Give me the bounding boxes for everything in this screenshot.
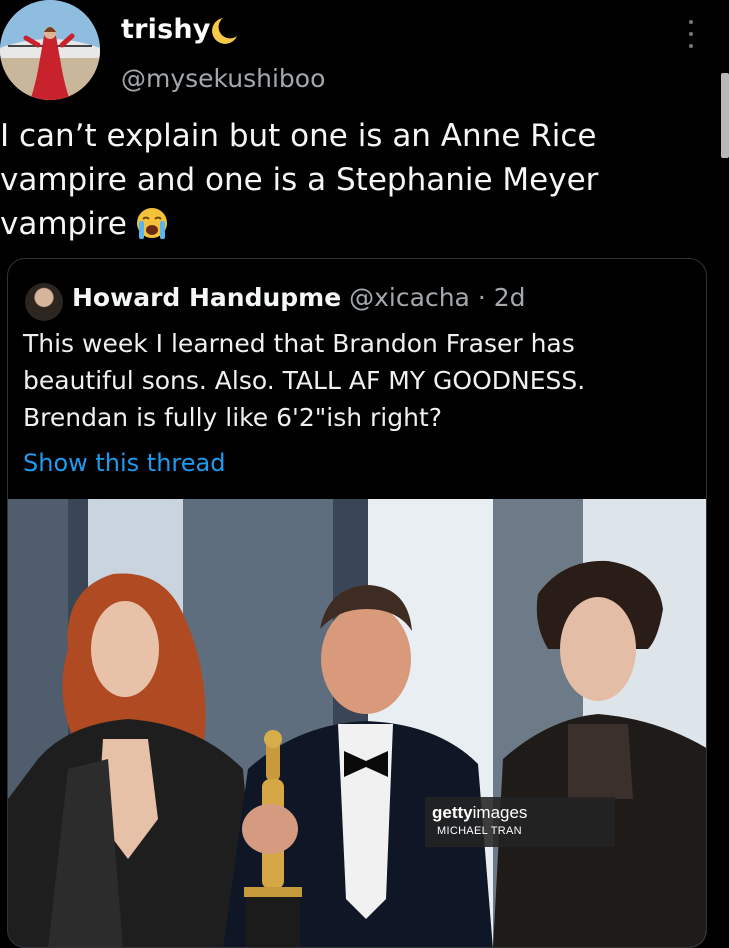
- tweet-text: I can’t explain but one is an Anne Rice …: [0, 114, 700, 246]
- quote-text-line: Brendan is fully like 6'2"ish right?: [23, 403, 443, 432]
- quote-timestamp[interactable]: 2d: [494, 283, 526, 312]
- dot-icon: [689, 20, 693, 24]
- quote-text-line: This week I learned that Brandon Fraser …: [23, 329, 575, 358]
- avatar[interactable]: [0, 0, 100, 100]
- quote-text-line: beautiful sons. Also. TALL AF MY GOODNES…: [23, 366, 586, 395]
- tweet-text-line: I can’t explain but one is an Anne Rice: [0, 118, 597, 154]
- quote-separator: ·: [477, 283, 486, 312]
- quote-text: This week I learned that Brandon Fraser …: [23, 325, 703, 436]
- quote-display-name[interactable]: Howard Handupme: [72, 283, 341, 312]
- getty-brand-bold: getty: [432, 803, 473, 822]
- loudly-crying-face-icon: [136, 208, 167, 239]
- quote-handle[interactable]: @xicacha: [349, 283, 470, 312]
- quote-avatar[interactable]: [25, 283, 63, 321]
- getty-brand-rest: images: [472, 803, 528, 822]
- show-thread-link[interactable]: Show this thread: [23, 449, 225, 477]
- attached-photo[interactable]: [8, 499, 707, 948]
- scrollbar[interactable]: [721, 73, 729, 158]
- tweet-text-line: vampire and one is a Stephanie Meyer: [0, 162, 599, 198]
- quote-header: Howard Handupme @xicacha · 2d: [72, 283, 526, 312]
- user-handle[interactable]: @mysekushiboo: [121, 64, 325, 93]
- quoted-tweet[interactable]: Howard Handupme @xicacha · 2d This week …: [7, 258, 707, 948]
- tweet-text-segment: vampire: [0, 206, 127, 242]
- getty-watermark: gettyimages MICHAEL TRAN: [425, 797, 615, 847]
- tweet-text-line: vampire: [0, 202, 700, 246]
- dot-icon: [689, 32, 693, 36]
- moon-icon: [212, 18, 237, 44]
- display-name[interactable]: trishy: [121, 14, 211, 45]
- more-options-button[interactable]: [676, 18, 706, 50]
- photo-credit: MICHAEL TRAN: [437, 825, 522, 837]
- avatar-photo: [0, 0, 100, 100]
- dot-icon: [689, 44, 693, 48]
- getty-brand: gettyimages: [432, 803, 527, 823]
- tweet: trishy @mysekushiboo I can’t explain but…: [0, 0, 729, 948]
